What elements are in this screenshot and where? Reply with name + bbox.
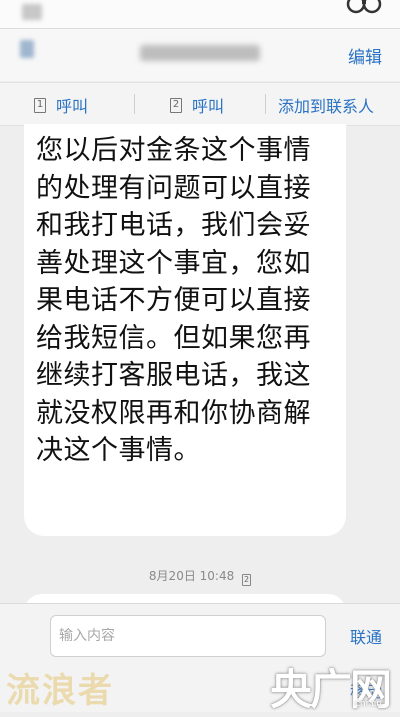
status-strip <box>0 0 400 29</box>
call-sim1-label: 呼叫 <box>56 97 89 116</box>
call-sim2-label: 呼叫 <box>192 97 225 116</box>
add-to-contacts-label: 添加到联系人 <box>278 97 375 116</box>
watermark-right-sub: cnr.cn <box>354 699 382 709</box>
sim2-small-icon: 2 <box>242 574 252 586</box>
sim2-icon: 2 <box>170 97 182 113</box>
add-to-contacts-button[interactable]: 添加到联系人 <box>278 93 374 117</box>
sim1-icon: 1 <box>34 97 46 113</box>
back-icon[interactable] <box>20 40 34 58</box>
conversation-header: 编辑 <box>0 29 400 81</box>
send-unicom-button[interactable]: 联通 <box>350 624 382 648</box>
blurred-status-icon <box>22 4 42 20</box>
divider <box>265 94 266 114</box>
edit-button[interactable]: 编辑 <box>348 43 382 68</box>
divider <box>134 94 135 114</box>
contact-name-blurred <box>140 45 260 61</box>
message-text: 您以后对金条这个事情的处理有问题可以直接和我打电话，我们会妥善处理这个事宜，您如… <box>36 135 311 466</box>
message-input[interactable] <box>50 615 326 657</box>
watermark-left: 流浪者 <box>6 671 114 711</box>
call-sim1-button[interactable]: 1 呼叫 <box>34 93 88 117</box>
call-sim2-button[interactable]: 2 呼叫 <box>170 93 224 117</box>
message-timestamp: 8月20日 10:48 2 <box>0 567 400 586</box>
timestamp-text: 8月20日 10:48 <box>148 569 235 583</box>
binoculars-icon <box>346 0 382 14</box>
action-bar: 1 呼叫 2 呼叫 添加到联系人 <box>0 82 400 126</box>
